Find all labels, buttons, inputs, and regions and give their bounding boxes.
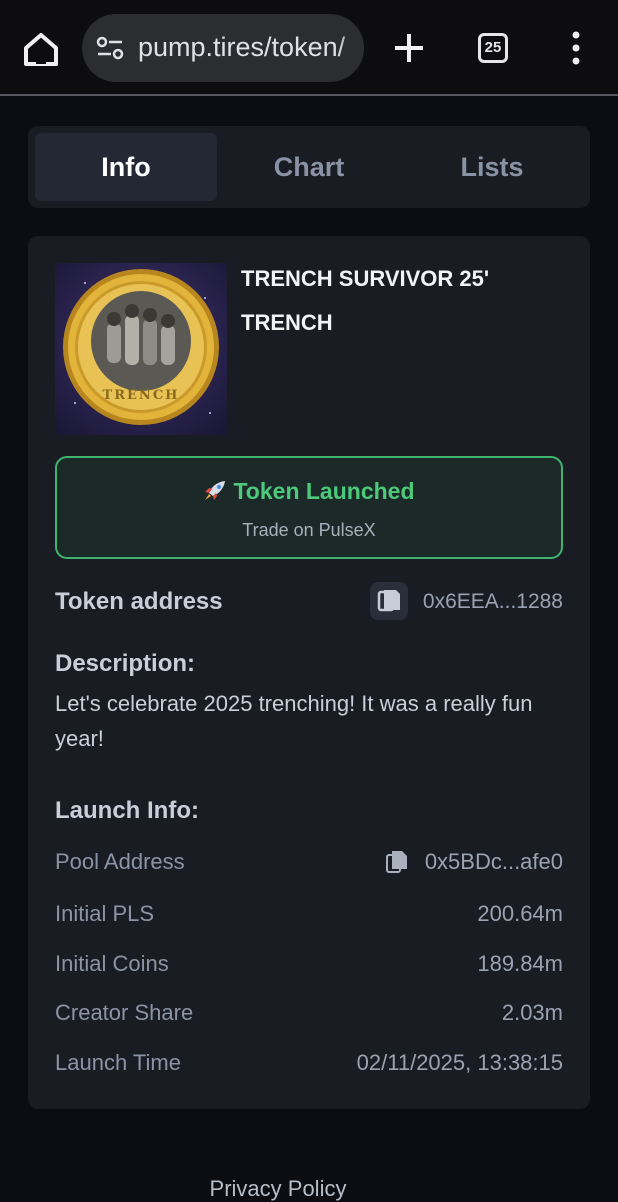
copy-icon [377,590,400,612]
tab-switcher-button[interactable]: 25 [478,33,508,63]
coin-label: TRENCH [103,388,180,403]
token-logo: TRENCH [55,263,227,435]
launch-time-value: 02/11/2025, 13:38:15 [356,1050,563,1075]
token-info-card: TRENCH TRENCH SURVIVOR 25' TRENCH Token … [28,236,590,1109]
launch-time-label: Launch Time [55,1050,181,1075]
description-label: Description: [55,650,196,677]
trade-on-pulsex-link[interactable]: Trade on PulseX [57,520,561,541]
token-address-label: Token address [55,588,223,615]
tab-chart[interactable]: Chart [218,133,400,201]
launch-info-row: Creator Share 2.03m [55,1000,563,1030]
site-settings-icon[interactable] [96,34,124,62]
token-launched-banner[interactable]: Token Launched Trade on PulseX [55,456,563,559]
tab-lists[interactable]: Lists [401,133,583,201]
description-text: Let's celebrate 2025 trenching! It was a… [55,691,533,751]
url-fade [338,14,364,82]
launch-info-row: Initial PLS 200.64m [55,901,563,931]
pool-address-label: Pool Address [55,849,185,874]
pool-address-value[interactable]: 0x5BDc...afe0 [425,849,563,875]
creator-share-value: 2.03m [501,1000,563,1025]
initial-coins-label: Initial Coins [55,951,169,976]
token-name: TRENCH SURVIVOR 25' [241,266,490,291]
launch-info-row: Launch Time 02/11/2025, 13:38:15 [55,1050,563,1080]
initial-pls-label: Initial PLS [55,901,155,926]
privacy-policy-link[interactable]: Privacy Policy [0,1176,556,1202]
home-icon[interactable] [20,28,62,70]
url-text[interactable]: pump.tires/token/ [138,32,345,63]
token-address-value[interactable]: 0x6EEA...1288 [423,590,563,614]
launched-title-row: Token Launched [57,478,561,505]
copy-token-address-button[interactable] [370,582,408,620]
launched-title: Token Launched [233,478,415,504]
creator-share-label: Creator Share [55,1000,194,1025]
token-tabs: Info Chart Lists [28,126,590,208]
tab-info[interactable]: Info [35,133,217,201]
launch-info-label: Launch Info: [55,797,199,824]
more-options-icon[interactable] [566,30,586,66]
launch-info-row: Pool Address 0x5BDc...afe0 [55,849,563,879]
token-symbol: TRENCH [241,310,333,335]
copy-pool-address-icon[interactable] [386,850,408,874]
initial-pls-value: 200.64m [477,901,563,926]
initial-coins-value: 189.84m [477,951,563,976]
rocket-icon [205,481,226,500]
new-tab-icon[interactable] [389,28,429,68]
address-bar[interactable]: pump.tires/token/ [82,14,364,82]
trench-coin-image: TRENCH [63,269,219,425]
launch-info-row: Initial Coins 189.84m [55,951,563,981]
browser-toolbar: pump.tires/token/ 25 [0,0,618,96]
